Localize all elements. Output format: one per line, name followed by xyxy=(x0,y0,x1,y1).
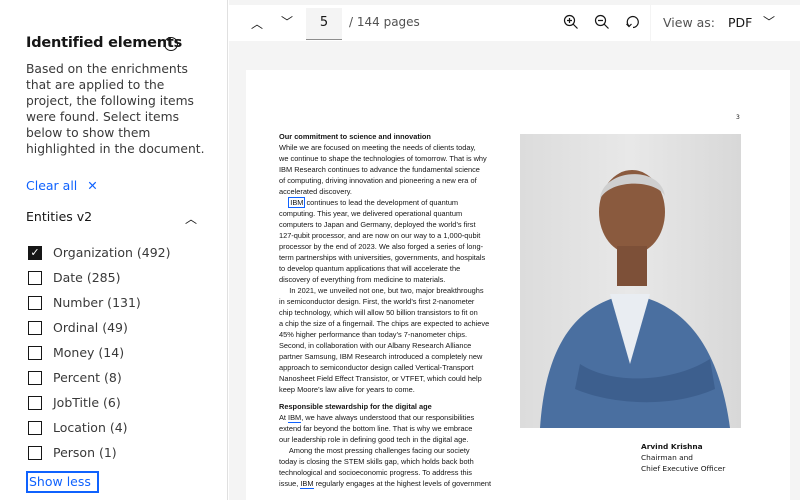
view-as-select[interactable]: PDF xyxy=(728,15,752,30)
checkbox-icon[interactable] xyxy=(28,445,42,460)
entity-label: Percent (8) xyxy=(53,370,122,385)
checkbox-icon[interactable] xyxy=(28,345,42,360)
entity-highlight[interactable]: IBM xyxy=(288,197,306,208)
chevron-up-icon[interactable]: ︿ xyxy=(185,210,197,227)
text: At xyxy=(279,413,289,422)
text: , we have always understood that our res… xyxy=(301,413,475,422)
checkbox-icon[interactable] xyxy=(28,395,42,410)
page-total: / 144 pages xyxy=(349,15,420,29)
text-line: extend far beyond the bottom line. That … xyxy=(279,424,473,433)
entity-label: Location (4) xyxy=(53,420,128,435)
entity-label: Ordinal (49) xyxy=(53,320,128,335)
rotate-icon[interactable] xyxy=(625,14,641,30)
entity-checkbox[interactable]: Number (131) xyxy=(28,295,141,310)
caption-role: Chairman and xyxy=(641,453,694,462)
text-line: technological and socioeconomic progress… xyxy=(279,468,472,477)
text-line: approach to semiconductor design called … xyxy=(279,363,474,372)
entity-label: Organization (492) xyxy=(53,245,171,260)
text-line: our leadership role in defining good tec… xyxy=(279,435,469,444)
divider xyxy=(650,5,651,41)
text: regularly engages at the highest levels … xyxy=(313,479,491,488)
text-line: IBM continues to lead the development of… xyxy=(279,197,509,208)
text-line: we continue to shape the technologies of… xyxy=(279,154,487,163)
text-line: chip technology, which will allow 50 bil… xyxy=(279,308,478,317)
text: issue, xyxy=(279,479,301,488)
clear-all-button[interactable]: Clear all ✕ xyxy=(26,178,98,193)
zoom-in-icon[interactable] xyxy=(563,14,579,30)
text-line: computing. This year, we delivered opera… xyxy=(279,209,463,218)
text-line: in semiconductor design. First, the worl… xyxy=(279,297,475,306)
text-line: While we are focused on meeting the need… xyxy=(279,143,476,152)
text-line: processor by the end of 2023. We also fo… xyxy=(279,242,484,251)
photo-caption: Arvind Krishna Chairman and Chief Execut… xyxy=(641,441,725,474)
checkbox-icon[interactable] xyxy=(28,295,42,310)
section-title[interactable]: Entities v2 xyxy=(26,209,92,224)
view-as-label: View as: xyxy=(663,15,716,30)
entity-checkbox[interactable]: Date (285) xyxy=(28,270,120,285)
text xyxy=(279,198,289,207)
text-line: keep Moore’s law alive for years to come… xyxy=(279,385,415,394)
text-line: IBM Research continues to advance the fu… xyxy=(279,165,480,174)
caption-name: Arvind Krishna xyxy=(641,442,703,451)
page-input[interactable]: 5 xyxy=(306,8,342,40)
page-number: 3 xyxy=(736,114,740,121)
text-line: In 2021, we unveiled not one, but two, m… xyxy=(279,286,484,295)
entity-checkbox[interactable]: JobTitle (6) xyxy=(28,395,121,410)
text-column: Our commitment to science and innovation… xyxy=(279,131,509,489)
text-line: issue, IBM regularly engages at the high… xyxy=(279,478,509,489)
checkbox-icon[interactable] xyxy=(28,420,42,435)
checkbox-icon[interactable] xyxy=(28,370,42,385)
clear-all-label: Clear all xyxy=(26,178,78,193)
zoom-out-icon[interactable] xyxy=(594,14,610,30)
entity-checkbox[interactable]: ✓ Organization (492) xyxy=(28,245,171,260)
section-heading: Responsible stewardship for the digital … xyxy=(279,402,432,411)
text-line: At IBM, we have always understood that o… xyxy=(279,412,509,423)
text-line: accelerated discovery. xyxy=(279,187,352,196)
text-line: today is closing the STEM skills gap, wh… xyxy=(279,457,474,466)
panel-title: Identified elements xyxy=(26,35,183,51)
toolbar: ︿ ﹀ 5 / 144 pages View as: PDF ﹀ xyxy=(229,0,800,41)
section-heading: Our commitment to science and innovation xyxy=(279,132,431,141)
entity-label: Money (14) xyxy=(53,345,125,360)
checkbox-icon[interactable] xyxy=(28,270,42,285)
entity-label: Person (1) xyxy=(53,445,117,460)
entity-highlight[interactable]: IBM xyxy=(288,413,302,423)
chevron-down-icon[interactable]: ﹀ xyxy=(281,13,293,30)
text-line: discovery of everything from medicine to… xyxy=(279,275,446,284)
close-icon: ✕ xyxy=(87,178,98,193)
text-line: Second, in collaboration with our Albany… xyxy=(279,341,472,350)
entity-label: Date (285) xyxy=(53,270,121,285)
text-line: 127-qubit processor, and are now on our … xyxy=(279,231,481,240)
document-page: 3 Our commitment to science and innovati… xyxy=(246,70,790,500)
text-line: term partnerships with universities, gov… xyxy=(279,253,486,262)
portrait-photo xyxy=(520,134,741,428)
entity-label: JobTitle (6) xyxy=(53,395,121,410)
entity-highlight[interactable]: IBM xyxy=(300,479,314,489)
text-line: 45% higher performance than today’s 7-na… xyxy=(279,330,468,339)
panel-description: Based on the enrichments that are applie… xyxy=(26,62,205,156)
text-line: partner Samsung, IBM Research introduced… xyxy=(279,352,483,361)
text-line: to develop quantum applications that wil… xyxy=(279,264,461,273)
text-line: a chip the size of a fingernail. The chi… xyxy=(279,319,490,328)
entity-checkbox[interactable]: Percent (8) xyxy=(28,370,122,385)
info-icon[interactable]: i xyxy=(164,37,178,51)
chevron-up-icon[interactable]: ︿ xyxy=(251,15,263,32)
text-line: Nanosheet Field Effect Transistor, or VT… xyxy=(279,374,482,383)
text: continues to lead the development of qua… xyxy=(304,198,459,207)
identified-elements-panel: Identified elements i Based on the enric… xyxy=(0,0,228,500)
checkbox-icon[interactable] xyxy=(28,320,42,335)
show-less-button[interactable]: Show less xyxy=(26,471,99,493)
entity-checkbox[interactable]: Location (4) xyxy=(28,420,128,435)
entity-checkbox[interactable]: Person (1) xyxy=(28,445,117,460)
entity-checkbox[interactable]: Money (14) xyxy=(28,345,124,360)
caption-role: Chief Executive Officer xyxy=(641,464,726,473)
text-line: Among the most pressing challenges facin… xyxy=(279,446,470,455)
entity-label: Number (131) xyxy=(53,295,141,310)
entity-checkbox[interactable]: Ordinal (49) xyxy=(28,320,128,335)
text-line: of computing, driving innovation and pio… xyxy=(279,176,477,185)
chevron-down-icon[interactable]: ﹀ xyxy=(763,13,775,30)
checkbox-icon[interactable]: ✓ xyxy=(28,245,42,260)
text-line: computers to Japan and Germany, deployed… xyxy=(279,220,476,229)
